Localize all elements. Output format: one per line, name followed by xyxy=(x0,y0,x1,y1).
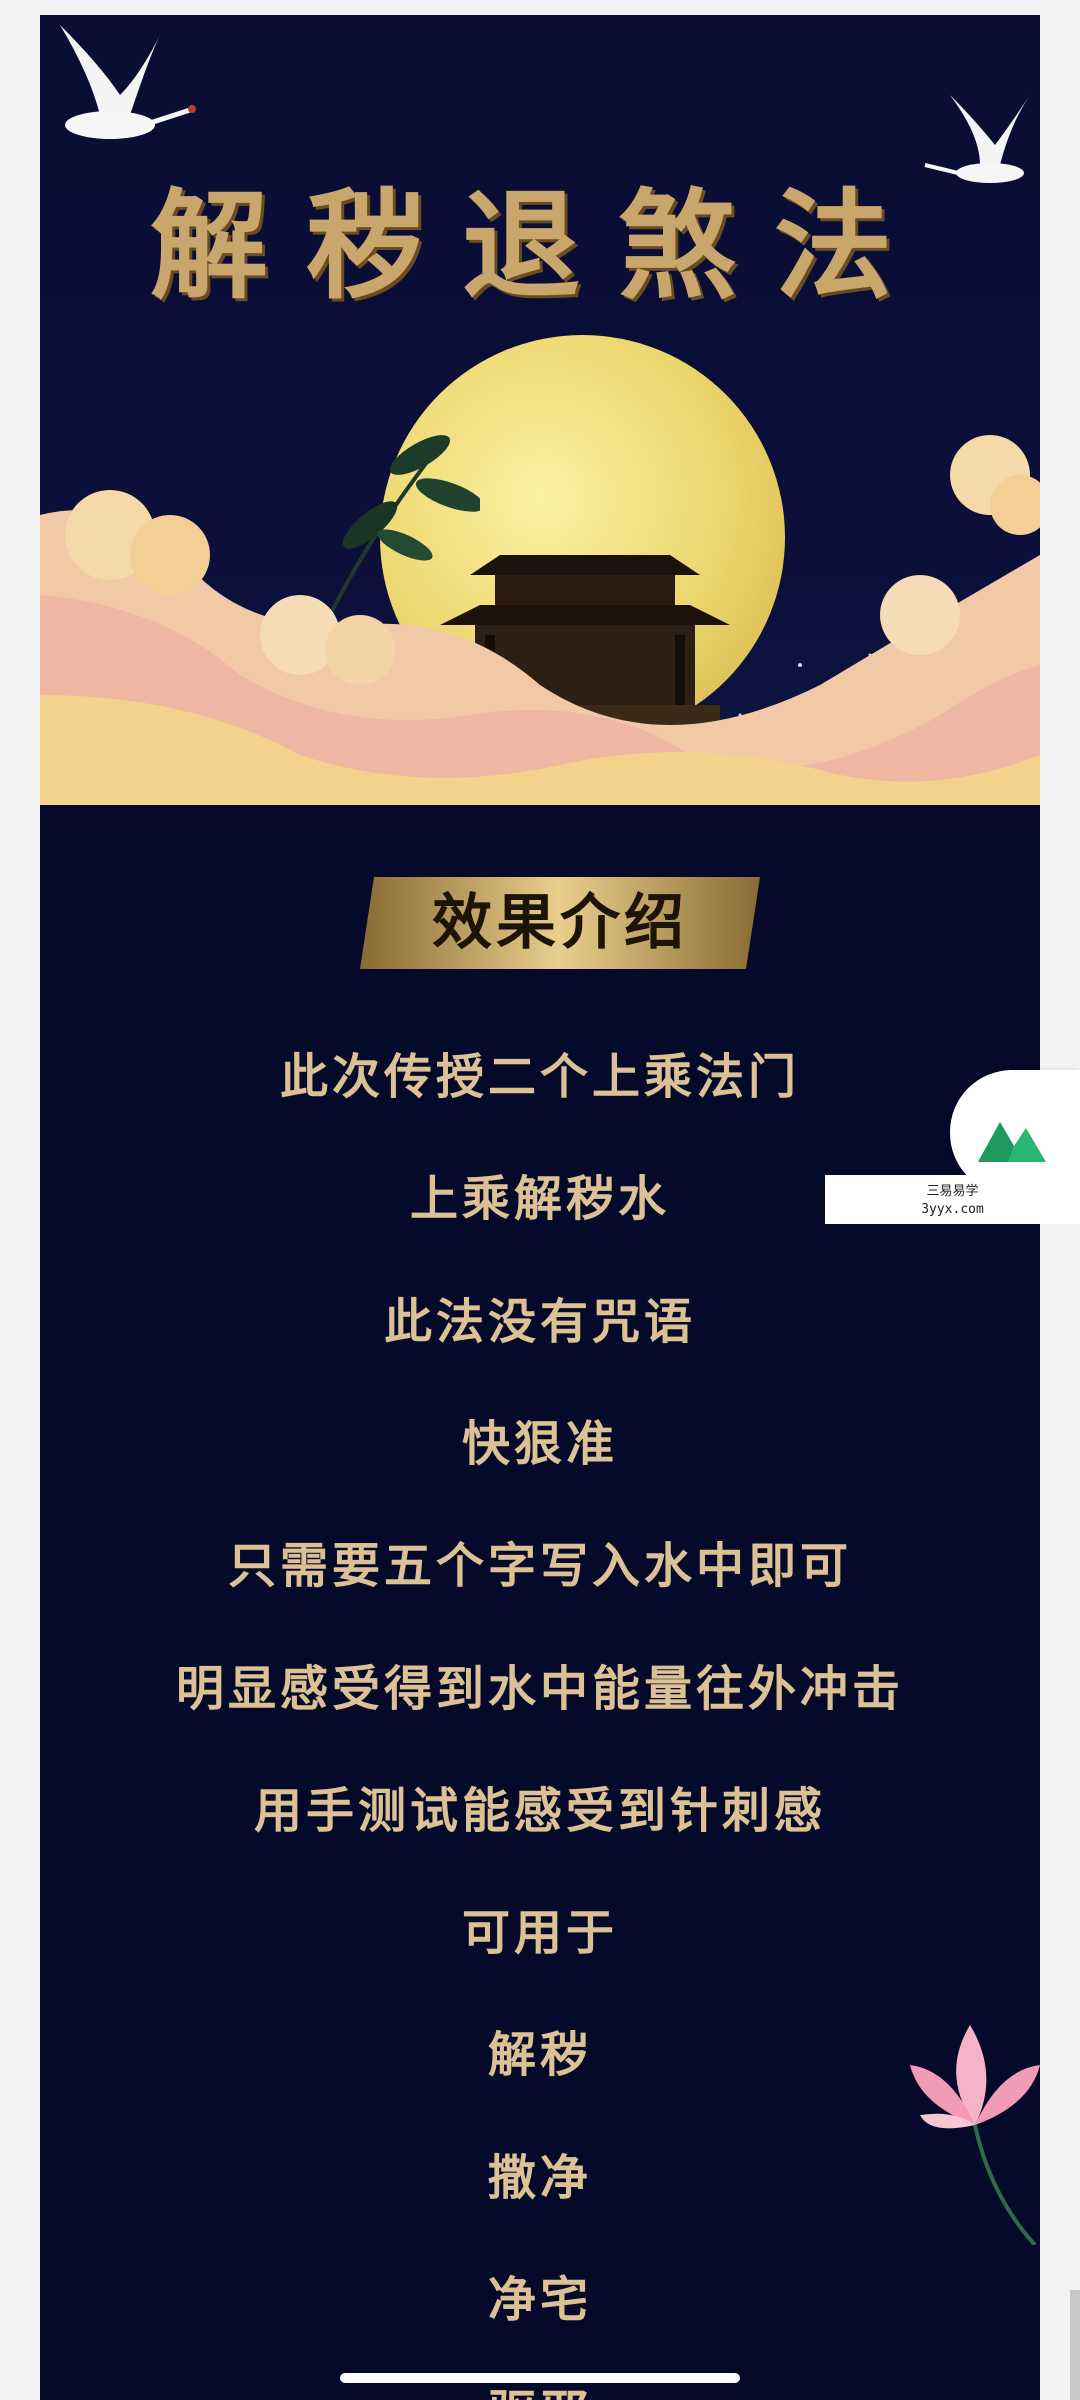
home-indicator[interactable] xyxy=(340,2373,740,2383)
section-heading: 效果介绍 xyxy=(432,888,688,958)
content-line: 明显感受得到水中能量往外冲击 xyxy=(175,1661,904,1717)
widget-site-name: 三易易学 xyxy=(926,1184,979,1199)
content-line: 净宅 xyxy=(487,2272,592,2328)
cloud-waves-image xyxy=(40,435,1040,805)
poster-banner: 解秽退煞法 xyxy=(40,15,1040,805)
content-line: 用手测试能感受到针刺感 xyxy=(253,1783,826,1839)
widget-site-url: 3yyx.com xyxy=(921,1202,984,1217)
scrollbar-thumb[interactable] xyxy=(1070,2290,1080,2400)
content-line: 快狠准 xyxy=(461,1416,618,1472)
content-line: 只需要五个字写入水中即可 xyxy=(227,1538,852,1594)
content-line: 解秽 xyxy=(487,2027,592,2083)
content-line: 可用于 xyxy=(461,1905,618,1961)
poster-title: 解秽退煞法 xyxy=(149,176,930,315)
content-line: 此法没有咒语 xyxy=(383,1294,696,1350)
lotus-flower-image xyxy=(910,2025,1040,2245)
crane-left-image xyxy=(60,25,196,139)
mountain-logo-icon[interactable] xyxy=(970,1092,1054,1176)
content-line: 撒净 xyxy=(487,2150,592,2206)
content-line: 此次传授二个上乘法门 xyxy=(279,1049,800,1105)
